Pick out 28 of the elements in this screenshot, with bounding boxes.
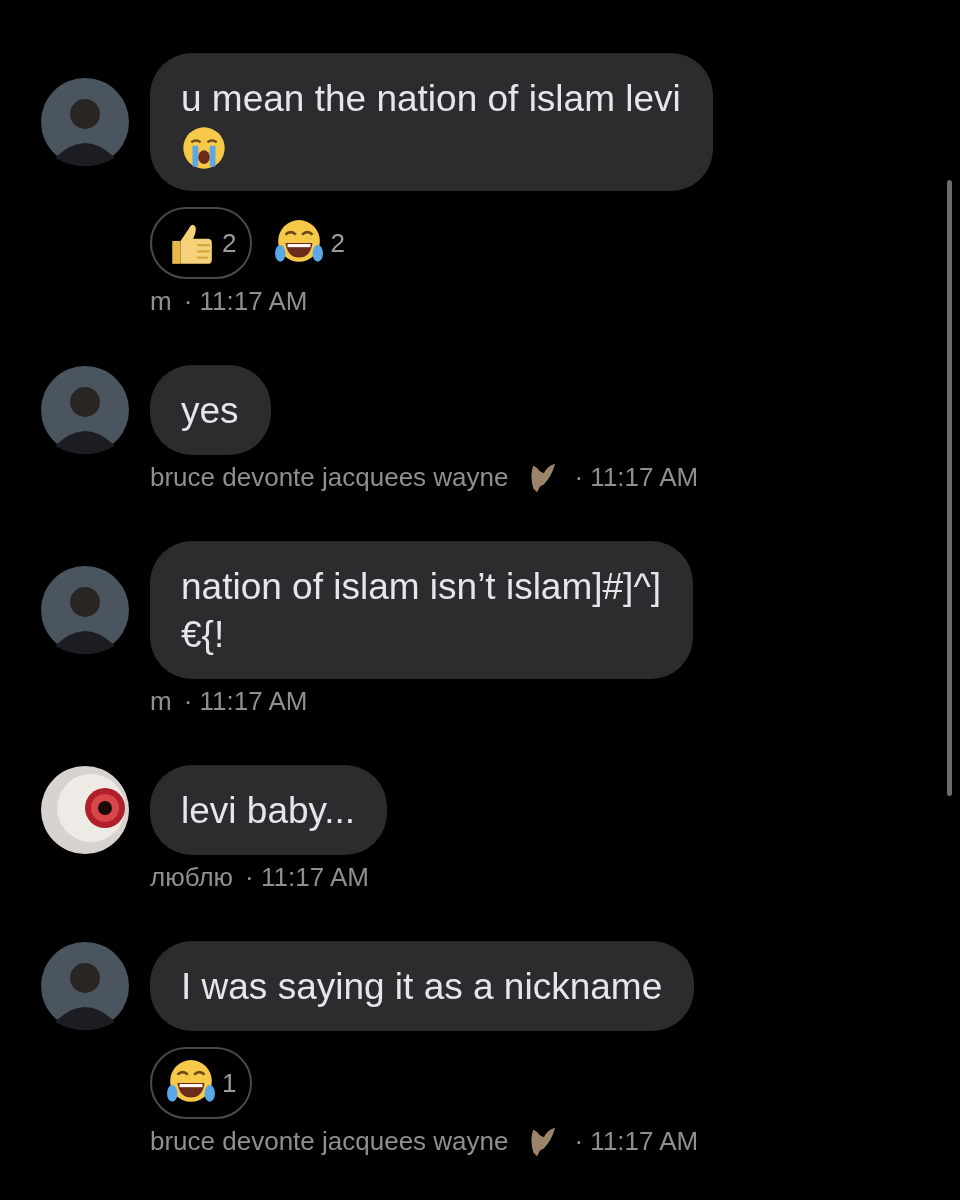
reaction-chip[interactable]: 2 <box>258 207 361 279</box>
avatar-icon[interactable] <box>41 366 129 454</box>
avatar-icon[interactable] <box>41 566 129 654</box>
avatar-icon[interactable] <box>41 78 129 166</box>
avatar-icon[interactable] <box>41 942 129 1030</box>
crying-face-icon <box>181 125 227 171</box>
sender-name: bruce devonte jacquees wayne <box>150 1125 509 1157</box>
scrollbar[interactable] <box>947 180 952 796</box>
message-bubble[interactable]: nation of islam isn’t islam]#]^] €{! <box>150 541 694 679</box>
message-time: · 11:17 AM <box>245 861 369 893</box>
sender-name: m <box>150 285 172 317</box>
message-bubble[interactable]: u mean the nation of islam levi <box>150 53 713 191</box>
reaction-chip[interactable]: 2 <box>150 207 253 279</box>
message-time: · 11:17 AM <box>183 685 308 717</box>
message-bubble[interactable]: levi baby... <box>150 765 388 855</box>
sender-name: люблю <box>150 861 234 893</box>
reaction-count: 2 <box>222 227 237 259</box>
message-time: · 11:17 AM <box>574 461 699 493</box>
reaction-count: 2 <box>330 227 345 259</box>
reaction-chip[interactable]: 1 <box>150 1047 253 1119</box>
message-time: · 11:17 AM <box>183 285 308 317</box>
message-bubble[interactable]: I was saying it as a nickname <box>150 941 695 1031</box>
message-bubble[interactable]: yes <box>150 365 271 455</box>
reaction-count: 1 <box>222 1067 237 1099</box>
message-time: · 11:17 AM <box>574 1125 699 1157</box>
sender-name: m <box>150 685 172 717</box>
sender-name: bruce devonte jacquees wayne <box>150 461 509 493</box>
eyeball-icon[interactable] <box>41 766 129 854</box>
